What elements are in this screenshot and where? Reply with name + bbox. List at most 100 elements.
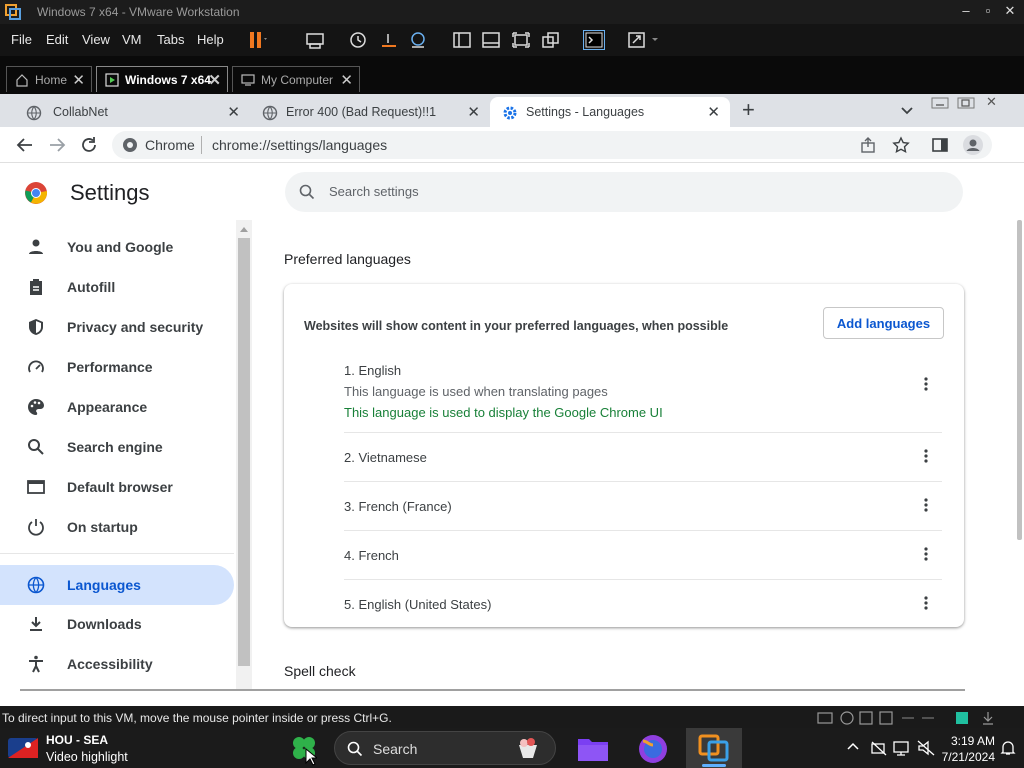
- new-tab-button[interactable]: +: [742, 97, 755, 123]
- sidebar-item-accessibility[interactable]: Accessibility: [0, 644, 234, 684]
- menu-vm[interactable]: VM: [122, 32, 142, 47]
- close-tab-icon[interactable]: ✕: [340, 71, 353, 89]
- sidebar-item-downloads[interactable]: Downloads: [0, 604, 234, 644]
- settings-search-box[interactable]: Search settings: [285, 172, 963, 212]
- sidebar-item-performance[interactable]: Performance: [0, 347, 234, 387]
- home-icon: [15, 73, 29, 87]
- full-screen-icon[interactable]: [510, 30, 532, 50]
- taskbar-vmware-active[interactable]: [686, 728, 742, 768]
- unity-icon[interactable]: [540, 30, 562, 50]
- vmware-logo-icon: [5, 4, 21, 20]
- network-icon[interactable]: [870, 740, 888, 756]
- sidebar-item-privacy-and-security[interactable]: Privacy and security: [0, 307, 234, 347]
- more-actions-icon[interactable]: [924, 547, 928, 561]
- vm-tab-my-computer[interactable]: My Computer ✕: [232, 66, 360, 92]
- weather-line2[interactable]: Video highlight: [46, 750, 128, 764]
- guest-minimize-icon[interactable]: [930, 96, 950, 110]
- close-tab-icon[interactable]: ✕: [707, 103, 720, 121]
- side-panel-icon[interactable]: [931, 136, 949, 154]
- sidebar-item-autofill[interactable]: Autofill: [0, 267, 234, 307]
- more-actions-icon[interactable]: [924, 498, 928, 512]
- console-view-icon[interactable]: [583, 30, 605, 50]
- guest-restore-icon[interactable]: [956, 96, 976, 110]
- sidebar-scrollbar[interactable]: [236, 220, 252, 690]
- notification-bell-icon[interactable]: [1000, 740, 1016, 756]
- pause-icon[interactable]: [246, 30, 268, 50]
- sidebar-scrollbar-thumb[interactable]: [238, 238, 250, 666]
- sidebar-item-label: Autofill: [67, 279, 116, 295]
- send-ctrl-alt-del-icon[interactable]: [304, 30, 326, 50]
- file-explorer-icon[interactable]: [577, 736, 609, 762]
- address-bar[interactable]: Chrome chrome://settings/languages: [112, 131, 992, 159]
- chrome-tab-error400[interactable]: Error 400 (Bad Request)!!1 ✕: [248, 97, 490, 127]
- chrome-logo-icon: [24, 181, 48, 205]
- chrome-tab-collabnet[interactable]: CollabNet ✕: [6, 97, 250, 127]
- firefox-icon[interactable]: [637, 733, 669, 765]
- clock-date[interactable]: 7/21/2024: [940, 750, 995, 764]
- vm-tab-windows7[interactable]: Windows 7 x64 ✕: [96, 66, 228, 92]
- horizontal-scrollbar[interactable]: [20, 689, 965, 691]
- back-arrow-icon[interactable]: [16, 137, 34, 153]
- sidebar-toggle-icon[interactable]: [451, 30, 473, 50]
- chrome-logo-icon: [122, 137, 138, 153]
- reload-icon[interactable]: [80, 136, 98, 154]
- menu-help[interactable]: Help: [197, 32, 224, 47]
- language-note-translate: This language is used when translating p…: [344, 384, 608, 399]
- weather-line1[interactable]: HOU - SEA: [46, 733, 108, 747]
- close-tab-icon[interactable]: ✕: [467, 103, 480, 121]
- chrome-tab-label: CollabNet: [53, 105, 108, 119]
- sidebar-item-default-browser[interactable]: Default browser: [0, 467, 234, 507]
- url-text[interactable]: chrome://settings/languages: [212, 137, 387, 153]
- main-scrollbar-thumb[interactable]: [1017, 220, 1022, 540]
- close-icon[interactable]: ✕: [1000, 3, 1020, 21]
- sidebar-item-label: Appearance: [67, 399, 148, 415]
- sidebar-item-on-startup[interactable]: On startup: [0, 507, 234, 547]
- sidebar-item-languages[interactable]: Languages: [0, 565, 234, 605]
- sidebar-item-appearance[interactable]: Appearance: [0, 387, 234, 427]
- share-icon[interactable]: [860, 136, 878, 154]
- menu-file[interactable]: File: [11, 32, 32, 47]
- snapshot-icon[interactable]: [347, 30, 369, 50]
- tab-search-chevron-icon[interactable]: [900, 103, 914, 117]
- sidebar-item-you-and-google[interactable]: You and Google: [0, 227, 234, 267]
- display-icon[interactable]: [893, 740, 911, 756]
- globe-icon: [262, 105, 278, 121]
- main-scrollbar[interactable]: [1016, 220, 1024, 706]
- more-actions-icon[interactable]: [924, 377, 928, 391]
- more-actions-icon[interactable]: [924, 596, 928, 610]
- forward-arrow-icon[interactable]: [48, 137, 66, 153]
- menu-edit[interactable]: Edit: [46, 32, 68, 47]
- language-row-french: 4. French: [344, 547, 942, 563]
- search-icon: [347, 741, 363, 757]
- add-languages-button[interactable]: Add languages: [823, 307, 944, 339]
- clock-time[interactable]: 3:19 AM: [940, 734, 995, 748]
- vm-tab-label: Windows 7 x64: [125, 73, 211, 87]
- palette-icon: [27, 398, 45, 416]
- minimize-icon[interactable]: –: [956, 3, 976, 21]
- close-tab-icon[interactable]: ✕: [227, 103, 240, 121]
- sidebar-item-search-engine[interactable]: Search engine: [0, 427, 234, 467]
- scroll-up-arrow-icon[interactable]: [240, 226, 248, 232]
- thumbnail-bar-icon[interactable]: [480, 30, 502, 50]
- more-actions-icon[interactable]: [924, 449, 928, 463]
- snapshot-manager-icon[interactable]: [407, 30, 429, 50]
- tray-chevron-icon[interactable]: [847, 741, 859, 751]
- revert-snapshot-icon[interactable]: [378, 30, 400, 50]
- vm-tab-home[interactable]: Home ✕: [6, 66, 92, 92]
- vm-tab-label: Home: [35, 73, 68, 87]
- guest-close-icon[interactable]: ✕: [986, 94, 997, 110]
- taskbar-search-box[interactable]: Search: [334, 731, 556, 765]
- volume-muted-icon[interactable]: [917, 740, 935, 756]
- close-tab-icon[interactable]: ✕: [72, 71, 85, 89]
- menu-view[interactable]: View: [82, 32, 110, 47]
- profile-avatar-icon[interactable]: [962, 134, 984, 156]
- stretch-guest-icon[interactable]: [626, 30, 666, 50]
- menu-tabs[interactable]: Tabs: [157, 32, 184, 47]
- close-tab-icon[interactable]: ✕: [208, 71, 221, 89]
- chrome-tab-settings[interactable]: Settings - Languages ✕: [490, 97, 730, 127]
- globe-icon: [27, 576, 45, 594]
- maximize-icon[interactable]: ▫: [978, 3, 998, 21]
- vm-running-icon: [105, 73, 119, 87]
- active-indicator: [702, 764, 726, 767]
- bookmark-star-icon[interactable]: [892, 136, 910, 154]
